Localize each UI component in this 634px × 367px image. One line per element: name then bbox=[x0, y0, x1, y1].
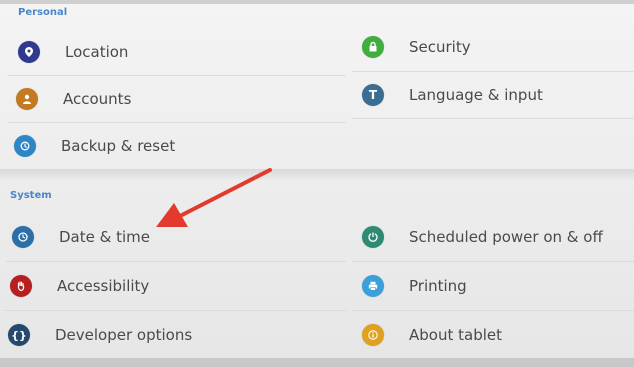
settings-item-accounts[interactable]: Accounts bbox=[16, 77, 131, 121]
settings-item-label: Scheduled power on & off bbox=[409, 228, 603, 246]
settings-item-date-time[interactable]: Date & time bbox=[12, 215, 150, 259]
braces-icon: {} bbox=[8, 324, 30, 346]
section-divider bbox=[0, 169, 634, 179]
info-icon bbox=[362, 324, 384, 346]
settings-item-backup-reset[interactable]: Backup & reset bbox=[14, 124, 175, 168]
settings-item-label: Accessibility bbox=[57, 277, 150, 295]
settings-item-label: About tablet bbox=[409, 326, 502, 344]
settings-item-location[interactable]: Location bbox=[18, 30, 128, 74]
settings-item-developer-options[interactable]: {} Developer options bbox=[8, 313, 192, 357]
letter-t-icon: T bbox=[362, 84, 384, 106]
row-divider bbox=[4, 310, 346, 311]
settings-item-label: Backup & reset bbox=[61, 137, 176, 155]
settings-item-label: Printing bbox=[409, 277, 467, 295]
hand-icon bbox=[10, 275, 32, 297]
backup-icon bbox=[14, 135, 36, 157]
settings-item-label: Developer options bbox=[55, 326, 193, 344]
location-pin-icon bbox=[18, 41, 40, 63]
row-divider bbox=[352, 261, 634, 262]
printer-icon bbox=[362, 275, 384, 297]
row-divider bbox=[8, 75, 346, 76]
settings-item-label: Location bbox=[65, 43, 129, 61]
annotation-arrow bbox=[156, 168, 272, 227]
person-icon bbox=[16, 88, 38, 110]
clock-icon bbox=[12, 226, 34, 248]
settings-item-label: Accounts bbox=[63, 90, 132, 108]
settings-item-accessibility[interactable]: Accessibility bbox=[10, 264, 149, 308]
photo-bottom-edge bbox=[0, 358, 634, 367]
row-divider bbox=[8, 122, 346, 123]
section-title-system: System bbox=[10, 190, 52, 201]
row-divider bbox=[352, 71, 634, 72]
settings-item-label: Date & time bbox=[59, 228, 150, 246]
settings-item-label: Security bbox=[409, 38, 471, 56]
settings-item-about-tablet[interactable]: About tablet bbox=[362, 313, 502, 357]
settings-item-label: Language & input bbox=[409, 86, 543, 104]
settings-item-printing[interactable]: Printing bbox=[362, 264, 467, 308]
settings-item-scheduled-power[interactable]: Scheduled power on & off bbox=[362, 215, 603, 259]
row-divider bbox=[352, 118, 634, 119]
settings-item-language-input[interactable]: T Language & input bbox=[362, 73, 543, 117]
lock-icon bbox=[362, 36, 384, 58]
row-divider bbox=[6, 261, 346, 262]
power-schedule-icon bbox=[362, 226, 384, 248]
settings-item-security[interactable]: Security bbox=[362, 25, 471, 69]
settings-screen: Personal Location Security Accounts T La… bbox=[0, 4, 634, 364]
row-divider bbox=[352, 310, 634, 311]
section-title-personal: Personal bbox=[18, 7, 68, 18]
